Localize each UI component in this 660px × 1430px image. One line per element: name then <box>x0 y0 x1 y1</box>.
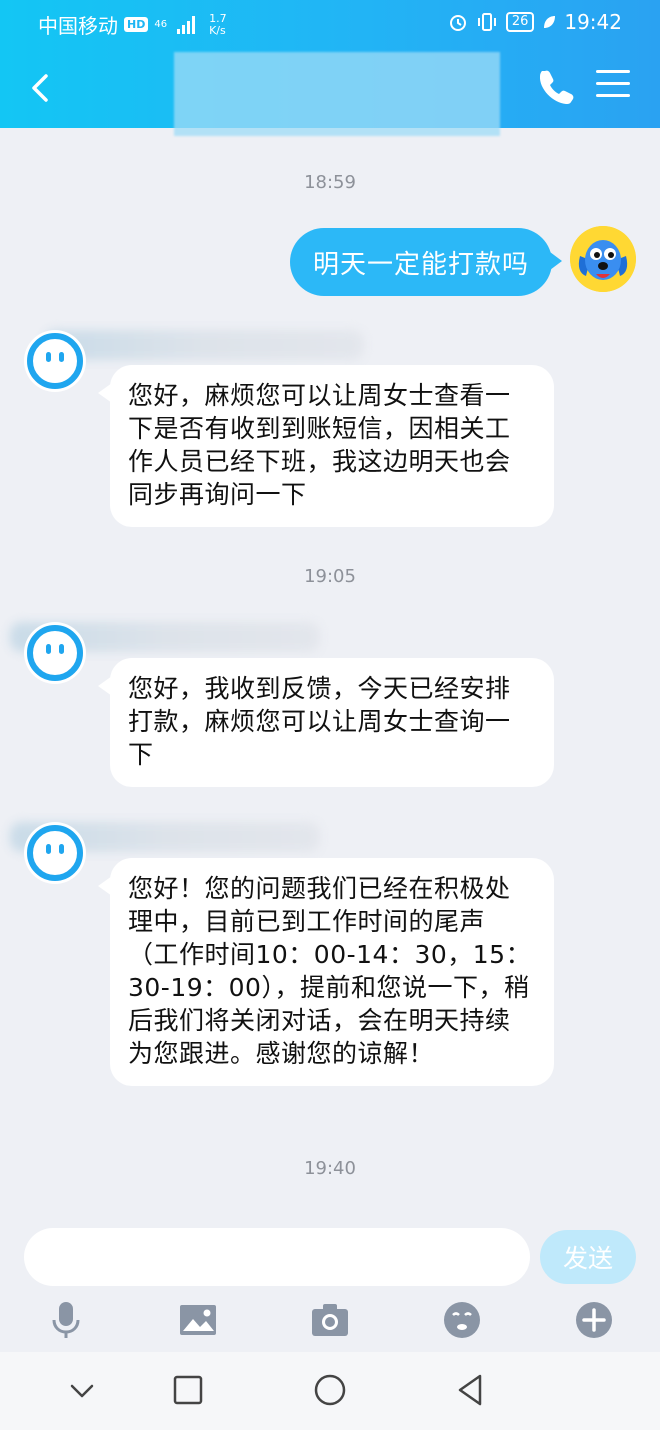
phone-icon[interactable] <box>536 66 576 106</box>
received-message-bubble[interactable]: 您好！您的问题我们已经在积极处理中，目前已到工作时间的尾声（工作时间10：00-… <box>98 858 554 1086</box>
camera-icon[interactable] <box>310 1300 350 1340</box>
signal-icon <box>177 15 196 34</box>
sent-message-bubble[interactable]: 明天一定能打款吗 <box>290 228 562 296</box>
leaf-icon <box>544 16 556 28</box>
input-bar: 发送 <box>0 1212 660 1352</box>
timestamp: 19:05 <box>304 566 356 587</box>
carrier-name: 中国移动 <box>38 14 118 38</box>
received-message-bubble[interactable]: 您好，麻烦您可以让周女士查看一下是否有收到到账短信，因相关工作人员已经下班，我这… <box>98 365 554 527</box>
collapse-icon[interactable] <box>62 1370 102 1410</box>
emoji-icon[interactable] <box>442 1300 482 1340</box>
back-icon[interactable] <box>450 1370 490 1410</box>
timestamp: 18:59 <box>304 172 356 193</box>
recent-apps-icon[interactable] <box>168 1370 208 1410</box>
received-message-bubble[interactable]: 您好，我收到反馈，今天已经安排打款，麻烦您可以让周女士查询一下 <box>98 658 554 787</box>
status-bar: 中国移动 HD 46 1.7 K/s 26 19:42 <box>0 0 660 46</box>
system-navigation-bar <box>0 1352 660 1430</box>
image-icon[interactable] <box>178 1300 218 1340</box>
send-button[interactable]: 发送 <box>540 1230 636 1284</box>
hd-badge: HD <box>124 17 149 32</box>
service-avatar[interactable] <box>22 328 88 394</box>
alarm-icon <box>449 15 466 31</box>
user-avatar[interactable] <box>570 226 636 292</box>
menu-icon[interactable] <box>596 70 630 102</box>
service-avatar[interactable] <box>22 620 88 686</box>
chat-header: 中国移动 HD 46 1.7 K/s 26 19:42 <box>0 0 660 136</box>
plus-icon[interactable] <box>574 1300 614 1340</box>
microphone-icon[interactable] <box>46 1300 86 1340</box>
message-input[interactable] <box>24 1228 530 1286</box>
network-speed: 1.7 K/s <box>209 11 227 37</box>
contact-title-redacted <box>174 52 500 136</box>
dog-avatar-icon <box>570 226 636 292</box>
clock: 19:42 <box>564 10 622 34</box>
home-icon[interactable] <box>310 1370 350 1410</box>
timestamp: 19:40 <box>304 1158 356 1179</box>
battery-level: 26 <box>505 12 535 32</box>
network-gen: 46 <box>154 18 168 30</box>
sender-name-redacted <box>44 330 364 360</box>
service-avatar[interactable] <box>22 820 88 886</box>
vibrate-icon <box>477 13 496 31</box>
back-button[interactable] <box>22 66 62 110</box>
